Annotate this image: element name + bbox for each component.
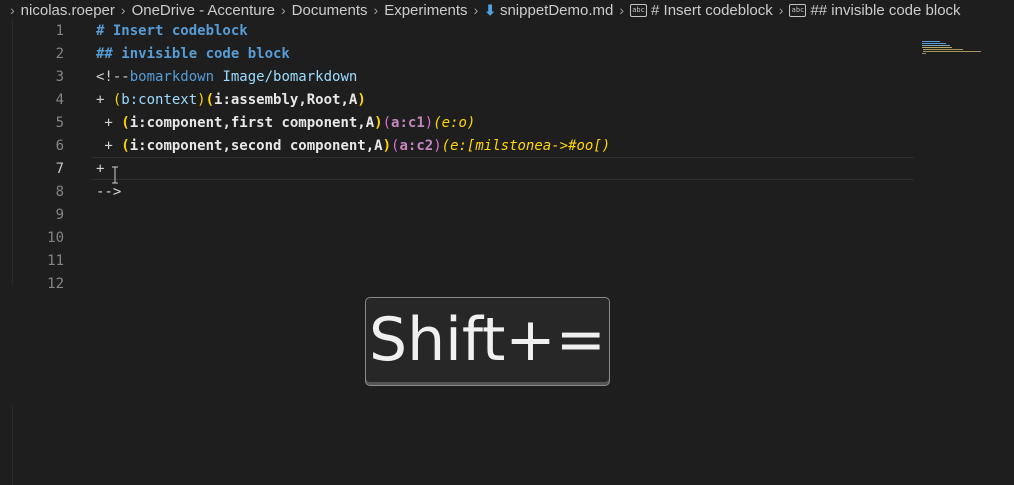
- minimap-line: [923, 49, 963, 50]
- chevron-right-icon: ›: [280, 2, 286, 18]
- editor-line-active[interactable]: 7 +: [0, 158, 1014, 181]
- line-number: 9: [55, 207, 64, 223]
- minimap-line: [923, 51, 981, 52]
- editor-line[interactable]: 9: [0, 204, 1014, 227]
- bracket-token: (: [121, 138, 130, 154]
- plus-token: +: [96, 115, 122, 131]
- markdown-file-icon: ⬇: [484, 1, 496, 18]
- line-number: 8: [55, 184, 64, 200]
- bracket-token: ): [357, 92, 366, 108]
- bracket-token: ): [433, 138, 442, 154]
- line-number: 5: [55, 115, 64, 131]
- keystroke-overlay: Shift+=: [365, 297, 610, 386]
- text-token: Image/bomarkdown: [214, 69, 358, 85]
- attribute-token: a:c2: [399, 138, 434, 154]
- line-number: 3: [55, 69, 64, 85]
- context-token: b:context: [121, 92, 198, 108]
- breadcrumb-item-user[interactable]: nicolas.roeper: [21, 2, 115, 19]
- line-text: ## invisible code block: [96, 46, 290, 62]
- bracket-token: ): [424, 115, 434, 131]
- chevron-right-icon: ›: [778, 2, 784, 18]
- component-token: i:component,first component,A: [129, 115, 375, 131]
- chevron-right-icon: ›: [120, 2, 126, 18]
- line-text: + (i:component,second component,A)(a:c2)…: [96, 135, 610, 158]
- bracket-token: ): [374, 115, 383, 131]
- line-number: 2: [55, 46, 64, 62]
- component-token: i:component,second component,A: [129, 138, 383, 154]
- editor-line[interactable]: 1 # Insert codeblock: [0, 20, 1014, 43]
- breadcrumb-item-documents[interactable]: Documents: [292, 2, 368, 19]
- editor-line[interactable]: 11: [0, 250, 1014, 273]
- editor-line[interactable]: 10: [0, 227, 1014, 250]
- bracket-token: (: [382, 115, 392, 131]
- keystroke-text: Shift+=: [369, 304, 606, 375]
- chevron-right-icon: ›: [619, 2, 625, 18]
- bracket-token: (: [121, 115, 130, 131]
- chevron-right-icon: ›: [473, 2, 479, 18]
- attribute-token: a:c1: [391, 115, 425, 131]
- line-text: <!--bomarkdown Image/bomarkdown: [96, 66, 357, 89]
- line-number: 10: [47, 230, 64, 246]
- minimap-line: [922, 43, 946, 44]
- bracket-token: ): [197, 92, 206, 108]
- gutter-divider: [12, 405, 13, 485]
- editor-line[interactable]: 8 -->: [0, 181, 1014, 204]
- line-number: 6: [55, 138, 64, 154]
- minimap-line: [922, 45, 950, 46]
- line-number: 11: [47, 253, 64, 269]
- line-number: 1: [55, 23, 64, 39]
- bracket-token: (: [205, 92, 215, 108]
- editor-line[interactable]: 3 <!--bomarkdown Image/bomarkdown: [0, 66, 1014, 89]
- line-text: + (b:context)(i:assembly,Root,A): [96, 89, 366, 112]
- breadcrumb-item-experiments[interactable]: Experiments: [384, 2, 467, 19]
- code-editor[interactable]: 1 # Insert codeblock 2 ## invisible code…: [0, 20, 1014, 485]
- breadcrumb-item-file[interactable]: ⬇ snippetDemo.md: [484, 2, 613, 19]
- line-number: 12: [47, 276, 64, 289]
- chevron-right-icon: ›: [373, 2, 379, 18]
- plus-token: +: [96, 92, 113, 108]
- line-text: -->: [96, 184, 122, 200]
- editor-line[interactable]: 4 + (b:context)(i:assembly,Root,A): [0, 89, 1014, 112]
- keyword-token: bomarkdown: [129, 69, 215, 85]
- breadcrumb-item-symbol-invisible-code-block[interactable]: abc ## invisible code block: [789, 2, 961, 19]
- line-text: + (i:component,first component,A)(a:c1)(…: [96, 112, 475, 135]
- plus-token: +: [96, 138, 122, 154]
- edge-token: (e:o): [433, 115, 476, 131]
- editor-line[interactable]: 6 + (i:component,second component,A)(a:c…: [0, 135, 1014, 158]
- minimap-line: [922, 41, 940, 42]
- line-number: 4: [55, 92, 64, 108]
- breadcrumb-item-symbol-insert-codeblock[interactable]: abc # Insert codeblock: [630, 2, 773, 19]
- breadcrumb: › nicolas.roeper › OneDrive - Accenture …: [0, 0, 1014, 20]
- breadcrumb-item-onedrive[interactable]: OneDrive - Accenture: [132, 2, 275, 19]
- minimap-line: [922, 47, 952, 48]
- editor-line[interactable]: 12: [0, 273, 1014, 289]
- chevron-right-icon: ›: [10, 2, 15, 18]
- bracket-token: ): [382, 138, 392, 154]
- edge-token: (e:[milstonea->#oo[): [441, 138, 611, 154]
- string-symbol-icon: abc: [630, 3, 648, 17]
- line-text: # Insert codeblock: [96, 23, 248, 39]
- editor-line[interactable]: 5 + (i:component,first component,A)(a:c1…: [0, 112, 1014, 135]
- minimap[interactable]: [920, 40, 990, 60]
- string-symbol-icon: abc: [789, 3, 807, 17]
- line-number: 7: [55, 161, 64, 177]
- minimap-line: [922, 53, 926, 54]
- comment-open-token: <!--: [96, 69, 130, 85]
- editor-line[interactable]: 2 ## invisible code block: [0, 43, 1014, 66]
- assembly-token: i:assembly,Root,A: [214, 92, 358, 108]
